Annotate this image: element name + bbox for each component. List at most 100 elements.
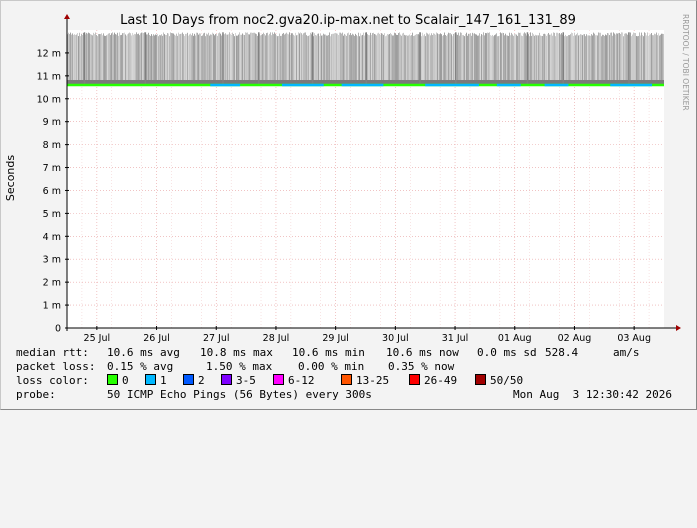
smoke-column bbox=[385, 36, 386, 82]
smoke-column bbox=[97, 36, 98, 82]
smoke-column bbox=[168, 33, 169, 82]
probe-label: probe: bbox=[16, 388, 56, 401]
smoke-column bbox=[642, 34, 643, 82]
smoke-column bbox=[650, 34, 651, 82]
median-rtt-avg: 10.6 ms avg bbox=[107, 346, 180, 359]
y-tick-label: 11 m bbox=[37, 71, 61, 82]
loss-item-label: 0 bbox=[122, 374, 129, 387]
smoke-column bbox=[188, 35, 189, 82]
smoke-column bbox=[257, 35, 258, 82]
smoke-column bbox=[239, 32, 240, 82]
smoke-column bbox=[157, 34, 158, 82]
smoke-column bbox=[108, 33, 109, 82]
smoke-column bbox=[218, 33, 219, 82]
smoke-column bbox=[460, 32, 461, 82]
smoke-column bbox=[362, 34, 363, 82]
smoke-column bbox=[344, 33, 345, 82]
smoke-column bbox=[282, 33, 283, 82]
smoke-column bbox=[407, 35, 408, 82]
smoke-column bbox=[176, 33, 177, 82]
smoke-column bbox=[241, 34, 242, 82]
smoke-column bbox=[396, 34, 397, 82]
smoke-column bbox=[384, 33, 385, 82]
smoke-column bbox=[212, 32, 213, 82]
smoke-column bbox=[350, 33, 351, 82]
smoke-column bbox=[574, 32, 575, 82]
loss-item: 3-5 bbox=[221, 374, 256, 388]
smoke-column bbox=[111, 33, 112, 82]
smoke-column bbox=[140, 33, 141, 82]
smoke-column bbox=[541, 35, 542, 82]
smoke-column bbox=[265, 35, 266, 82]
smoke-column bbox=[469, 34, 470, 82]
smoke-column bbox=[508, 35, 509, 82]
smoke-column bbox=[181, 33, 182, 82]
smoke-column bbox=[443, 35, 444, 82]
smoke-column bbox=[360, 33, 361, 82]
smoke-column bbox=[94, 34, 95, 82]
smoke-column bbox=[618, 33, 619, 82]
smoke-column bbox=[492, 34, 493, 82]
smoke-column bbox=[256, 34, 257, 82]
smoke-column bbox=[622, 32, 623, 82]
smoke-column bbox=[158, 36, 159, 82]
smoke-column bbox=[624, 33, 625, 82]
smoke-column bbox=[361, 35, 362, 82]
smoke-column bbox=[591, 34, 592, 82]
median-rtt-label: median rtt: bbox=[16, 346, 89, 359]
smoke-column bbox=[645, 33, 646, 82]
smoke-column bbox=[278, 36, 279, 82]
smoke-column bbox=[198, 34, 199, 82]
smoke-column bbox=[245, 32, 246, 82]
smoke-column bbox=[653, 35, 654, 82]
smoke-column bbox=[557, 32, 558, 82]
smoke-column bbox=[413, 35, 414, 82]
smoke-column bbox=[77, 32, 78, 82]
smoke-column bbox=[415, 34, 416, 82]
smoke-column bbox=[333, 33, 334, 82]
smoke-column bbox=[271, 35, 272, 82]
smoke-spike bbox=[526, 32, 529, 86]
smoke-column bbox=[336, 33, 337, 82]
smoke-column bbox=[395, 33, 396, 82]
smoke-column bbox=[599, 32, 600, 82]
smoke-column bbox=[99, 34, 100, 82]
smoke-column bbox=[347, 33, 348, 82]
smoke-column bbox=[291, 33, 292, 82]
smoke-column bbox=[605, 34, 606, 82]
smoke-column bbox=[585, 36, 586, 82]
smoke-column bbox=[205, 36, 206, 82]
smoke-spike bbox=[311, 32, 314, 86]
smoke-column bbox=[227, 34, 228, 82]
smoke-column bbox=[392, 35, 393, 82]
smoke-column bbox=[519, 32, 520, 82]
median-rtt-am: 528.4 bbox=[545, 346, 579, 359]
smoke-column bbox=[102, 35, 103, 82]
smoke-column bbox=[570, 34, 571, 82]
smoke-column bbox=[162, 35, 163, 82]
smoke-column bbox=[147, 34, 148, 82]
loss-item-label: 13-25 bbox=[356, 374, 390, 387]
smoke-column bbox=[335, 32, 336, 82]
y-tick-label: 12 m bbox=[37, 48, 61, 59]
smoke-column bbox=[584, 34, 585, 82]
smoke-column bbox=[651, 33, 652, 82]
smoke-column bbox=[577, 32, 578, 82]
smoke-column bbox=[87, 33, 88, 82]
smoke-column bbox=[255, 33, 256, 82]
smoke-column bbox=[647, 32, 648, 82]
smoke-column bbox=[131, 35, 132, 82]
median-rtt-sd: 0.0 ms sd bbox=[477, 346, 537, 359]
smoke-column bbox=[343, 35, 344, 82]
smoke-column bbox=[535, 34, 536, 82]
smoke-column bbox=[301, 33, 302, 82]
y-tick-label: 8 m bbox=[43, 140, 61, 151]
smoke-column bbox=[305, 32, 306, 82]
smoke-column bbox=[474, 33, 475, 82]
smoke-column bbox=[274, 32, 275, 82]
smoke-column bbox=[523, 33, 524, 82]
median-rtt-row: median rtt: 10.6 ms avg 10.8 ms max 10.6… bbox=[16, 346, 640, 360]
smoke-column bbox=[426, 32, 427, 82]
smoke-column bbox=[169, 36, 170, 82]
smoke-column bbox=[500, 32, 501, 82]
